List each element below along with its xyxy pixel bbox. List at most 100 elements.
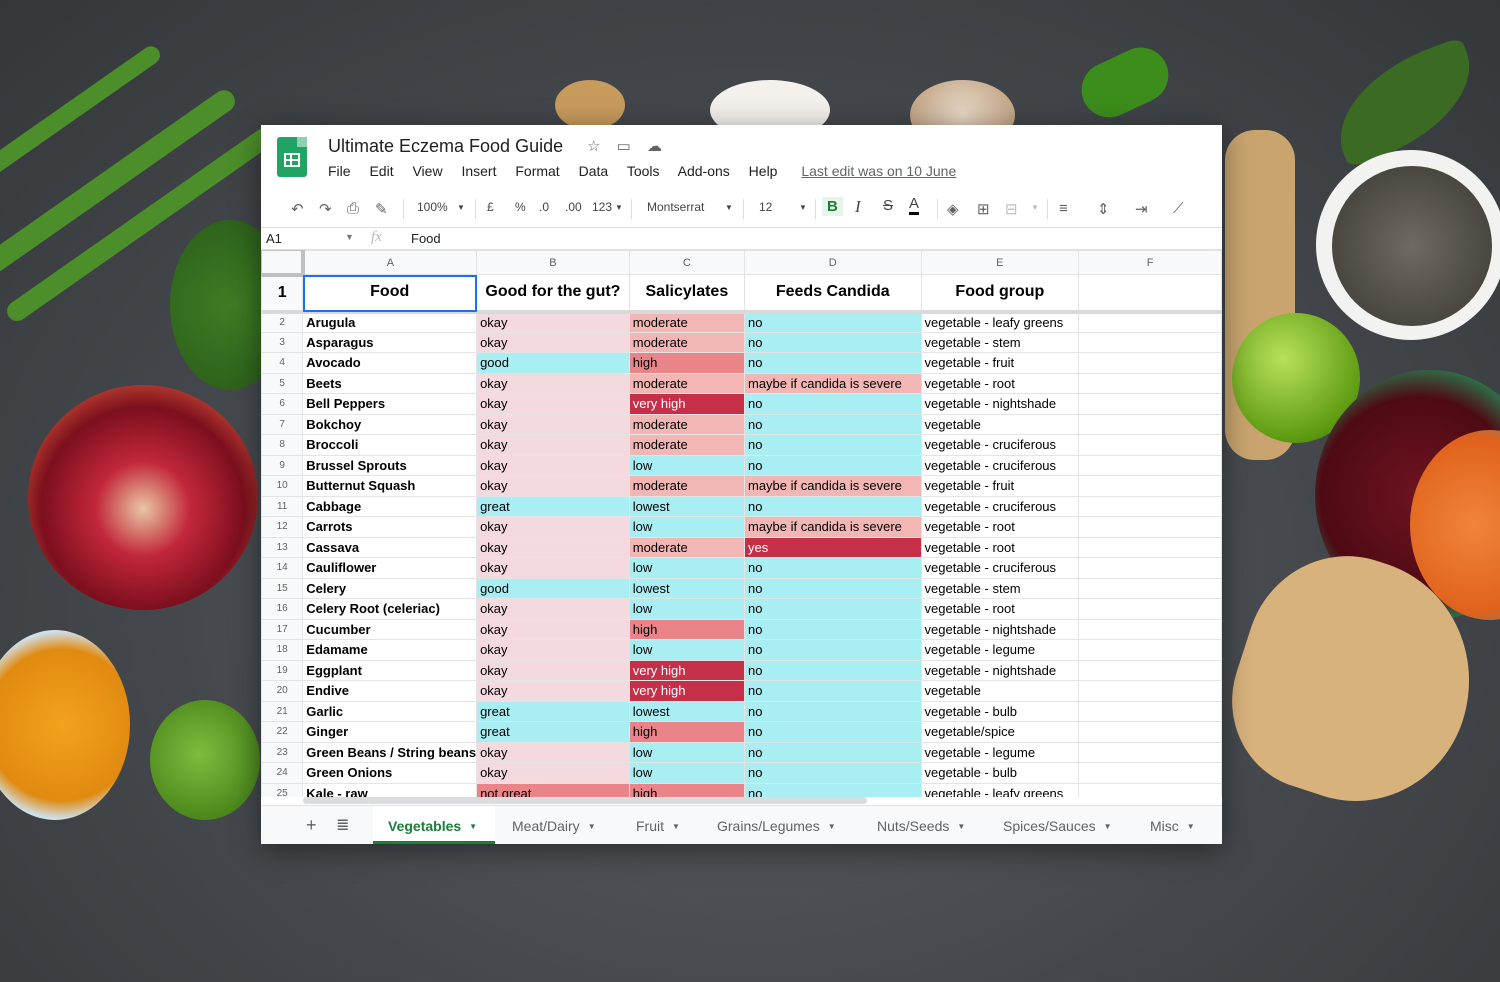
add-sheet-icon[interactable]: + (306, 815, 317, 836)
cell-salicylates[interactable]: moderate (628, 372, 745, 394)
cell-food-group[interactable]: vegetable - cruciferous (920, 557, 1080, 579)
cell-food[interactable]: Beets (302, 372, 478, 394)
cell-food-group[interactable]: vegetable - root (920, 598, 1080, 620)
row-header[interactable]: 1 (261, 274, 304, 314)
cell-food[interactable]: Bell Peppers (302, 393, 478, 415)
menu-insert[interactable]: Insert (461, 163, 496, 179)
cell-food-group[interactable]: vegetable - stem (920, 577, 1080, 599)
document-title[interactable]: Ultimate Eczema Food Guide (328, 136, 563, 157)
header-cell-empty[interactable] (1078, 274, 1222, 314)
row-header[interactable]: 18 (261, 639, 304, 661)
cell-empty[interactable] (1078, 557, 1222, 579)
cell-salicylates[interactable]: lowest (628, 700, 745, 722)
chevron-down-icon[interactable]: ▼ (957, 822, 965, 831)
row-header[interactable]: 16 (261, 598, 304, 620)
cell-candida[interactable]: no (743, 311, 922, 333)
cell-food[interactable]: Cucumber (302, 618, 478, 640)
cell-salicylates[interactable]: high (628, 721, 745, 743)
sheets-logo-icon[interactable] (277, 137, 307, 177)
text-color-button[interactable]: A (909, 195, 920, 215)
cell-food[interactable]: Green Onions (302, 762, 478, 784)
cell-food-group[interactable]: vegetable - leafy greens (920, 782, 1080, 797)
percent-format-button[interactable]: % (515, 200, 526, 214)
cell-food-group[interactable]: vegetable - cruciferous (920, 434, 1080, 456)
cell-gut[interactable]: okay (476, 598, 630, 620)
horizontal-align-icon[interactable]: ≡ (1059, 200, 1068, 217)
bold-button[interactable]: B (822, 197, 843, 216)
row-header[interactable]: 25 (261, 782, 304, 797)
cell-salicylates[interactable]: very high (628, 659, 745, 681)
cell-gut[interactable]: great (476, 721, 630, 743)
cell-empty[interactable] (1078, 598, 1222, 620)
column-header[interactable]: A (302, 250, 478, 275)
cell-salicylates[interactable]: low (628, 557, 745, 579)
print-icon[interactable]: ⎙ (347, 200, 359, 217)
column-header[interactable]: F (1078, 250, 1222, 275)
cell-food[interactable]: Celery (302, 577, 478, 599)
cell-gut[interactable]: okay (476, 659, 630, 681)
cell-salicylates[interactable]: high (628, 782, 745, 797)
cell-candida[interactable]: no (743, 782, 922, 797)
cell-candida[interactable]: no (743, 762, 922, 784)
fill-color-icon[interactable]: ◈ (947, 200, 959, 218)
decrease-decimal-button[interactable]: .0 (539, 200, 549, 214)
cell-food-group[interactable]: vegetable - root (920, 372, 1080, 394)
cell-salicylates[interactable]: moderate (628, 434, 745, 456)
all-sheets-icon[interactable]: ≣ (336, 815, 349, 835)
cell-gut[interactable]: okay (476, 311, 630, 333)
chevron-down-icon[interactable]: ▼ (615, 203, 623, 212)
cell-candida[interactable]: no (743, 352, 922, 374)
currency-format-button[interactable]: £ (487, 200, 494, 214)
cell-food-group[interactable]: vegetable - cruciferous (920, 454, 1080, 476)
cell-food[interactable]: Asparagus (302, 331, 478, 353)
row-header[interactable]: 14 (261, 557, 304, 579)
cell-empty[interactable] (1078, 762, 1222, 784)
cell-food[interactable]: Butternut Squash (302, 475, 478, 497)
cell-salicylates[interactable]: moderate (628, 536, 745, 558)
formula-input[interactable]: Food (411, 231, 441, 246)
cell-gut[interactable]: okay (476, 434, 630, 456)
cell-food-group[interactable]: vegetable - bulb (920, 762, 1080, 784)
cell-salicylates[interactable]: very high (628, 393, 745, 415)
zoom-select[interactable]: 100% (417, 200, 448, 214)
cell-empty[interactable] (1078, 475, 1222, 497)
column-header[interactable]: D (743, 250, 922, 275)
cell-food-group[interactable]: vegetable - fruit (920, 352, 1080, 374)
row-header[interactable]: 10 (261, 475, 304, 497)
cell-food-group[interactable]: vegetable - leafy greens (920, 311, 1080, 333)
header-cell-salicylates[interactable]: Salicylates (628, 274, 745, 314)
strikethrough-button[interactable]: S (883, 197, 893, 214)
cell-food-group[interactable]: vegetable (920, 413, 1080, 435)
cell-gut[interactable]: okay (476, 516, 630, 538)
cell-empty[interactable] (1078, 680, 1222, 702)
cell-candida[interactable]: no (743, 495, 922, 517)
cell-salicylates[interactable]: low (628, 516, 745, 538)
cell-salicylates[interactable]: low (628, 454, 745, 476)
chevron-down-icon[interactable]: ▼ (828, 822, 836, 831)
cell-salicylates[interactable]: lowest (628, 577, 745, 599)
cell-empty[interactable] (1078, 721, 1222, 743)
row-header[interactable]: 8 (261, 434, 304, 456)
cell-food[interactable]: Kale - raw (302, 782, 478, 797)
vertical-align-icon[interactable]: ⇕ (1097, 200, 1110, 218)
row-header[interactable]: 15 (261, 577, 304, 599)
cell-food-group[interactable]: vegetable - bulb (920, 700, 1080, 722)
select-all-corner[interactable] (261, 250, 305, 277)
cell-gut[interactable]: okay (476, 618, 630, 640)
chevron-down-icon[interactable]: ▼ (588, 822, 596, 831)
cell-salicylates[interactable]: very high (628, 680, 745, 702)
cell-food[interactable]: Carrots (302, 516, 478, 538)
cell-salicylates[interactable]: low (628, 639, 745, 661)
row-header[interactable]: 6 (261, 393, 304, 415)
menu-file[interactable]: File (328, 163, 351, 179)
more-formats-button[interactable]: 123 (592, 200, 612, 214)
tab-vegetables[interactable]: Vegetables ▼ (373, 806, 495, 844)
tab-fruit[interactable]: Fruit ▼ (636, 806, 680, 844)
cell-gut[interactable]: okay (476, 331, 630, 353)
cell-candida[interactable]: maybe if candida is severe (743, 372, 922, 394)
cell-candida[interactable]: no (743, 721, 922, 743)
cell-empty[interactable] (1078, 639, 1222, 661)
tab-nuts-seeds[interactable]: Nuts/Seeds ▼ (877, 806, 965, 844)
cell-salicylates[interactable]: high (628, 352, 745, 374)
cell-candida[interactable]: no (743, 639, 922, 661)
